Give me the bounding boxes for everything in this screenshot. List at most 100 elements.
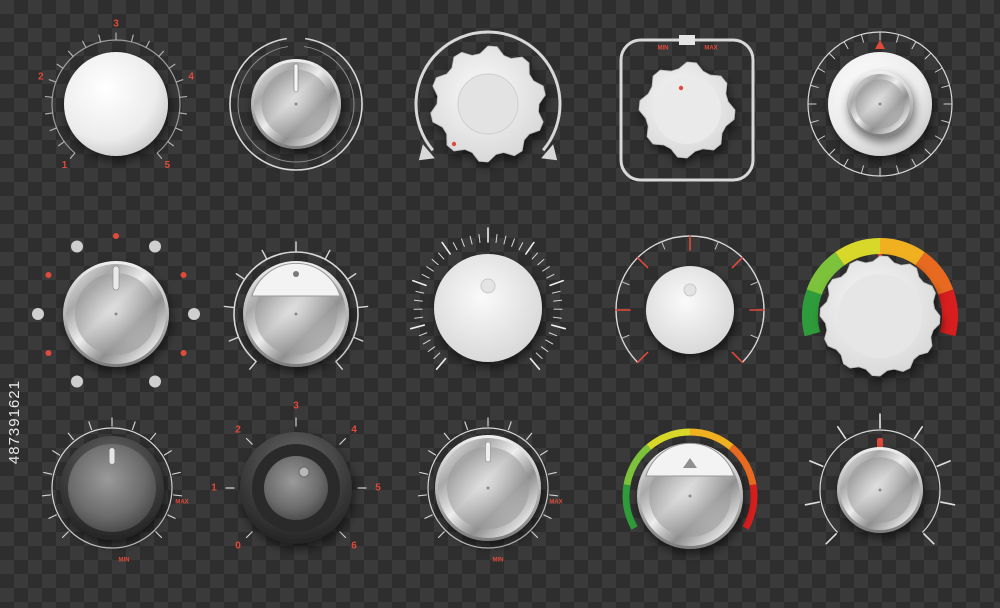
- scale-tick: [167, 141, 175, 147]
- gear-knob-cap: [653, 76, 721, 144]
- scale-tick: [156, 152, 163, 159]
- scale-label: 0: [235, 541, 241, 552]
- scale-tick: [179, 95, 188, 98]
- scale-tick: [913, 426, 924, 440]
- knob-1-3: [414, 30, 562, 163]
- scale-tick: [228, 336, 240, 342]
- scale-tick: [424, 514, 433, 519]
- scale-tick: [531, 531, 539, 539]
- knob-center-dot: [486, 486, 490, 490]
- scale-tick: [48, 514, 57, 519]
- scale-tick: [261, 249, 268, 260]
- scale-label: 4: [351, 425, 357, 436]
- scale-dot: [45, 272, 52, 278]
- indicator-line: [112, 265, 120, 291]
- major-tick: [636, 351, 649, 364]
- scale-label: 6: [351, 541, 357, 552]
- white-knob[interactable]: [64, 52, 168, 156]
- scale-tick: [427, 346, 436, 352]
- scale-label: 3: [113, 19, 119, 30]
- scale-tick: [167, 514, 176, 519]
- scale-dot: [149, 375, 161, 388]
- scale-tick: [543, 514, 552, 519]
- scale-tick: [88, 421, 93, 431]
- scale-tick: [529, 357, 541, 371]
- scale-tick: [923, 533, 935, 545]
- knob-center-dot: [878, 102, 882, 106]
- knob-2-2: [223, 241, 369, 370]
- indicator-dot: [451, 141, 457, 147]
- scale-tick: [809, 84, 819, 88]
- scale-tick: [511, 238, 516, 247]
- indicator-dot: [678, 85, 684, 91]
- scale-tick: [245, 437, 253, 445]
- scale-tick: [539, 450, 548, 456]
- knob-face: [264, 456, 328, 520]
- knob-1-1: 1 2 3 4 5: [38, 19, 194, 171]
- scale-tick: [941, 120, 951, 124]
- scale-tick: [518, 242, 524, 251]
- scale-tick: [175, 79, 184, 83]
- scale-tick: [549, 279, 564, 287]
- arrow-right-icon: [541, 144, 558, 161]
- scale-tick: [526, 432, 533, 441]
- scale-tick: [808, 460, 824, 468]
- scale-tick: [131, 421, 136, 431]
- knob-3-5: [804, 413, 956, 545]
- scale-label: 4: [188, 71, 194, 82]
- scale-tick: [549, 494, 559, 497]
- knob-1-4: MIN MAX: [619, 35, 755, 182]
- scale-tick: [809, 120, 819, 124]
- scale-tick: [249, 360, 257, 370]
- scale-tick: [431, 258, 439, 266]
- scale-tick: [419, 471, 429, 475]
- scale-tick: [414, 316, 424, 319]
- scale-tick: [155, 531, 163, 539]
- knob-1-5: [807, 31, 953, 177]
- scale-tick: [924, 148, 932, 156]
- scale-tick: [714, 241, 719, 250]
- scale-tick: [52, 450, 61, 456]
- gauge-segment: [802, 289, 822, 337]
- pointer-triangle-icon: [875, 40, 885, 49]
- scale-tick: [412, 279, 427, 287]
- scale-tick: [843, 158, 849, 167]
- scale-tick: [531, 252, 539, 260]
- knob-2-1: [32, 233, 200, 388]
- scale-tick: [433, 352, 441, 359]
- scale-tick: [750, 334, 759, 339]
- scale-tick: [339, 437, 347, 445]
- scale-tick: [825, 533, 837, 545]
- scale-tick: [339, 531, 347, 539]
- scale-tick: [553, 299, 563, 302]
- scale-tick: [335, 360, 343, 370]
- scale-tick: [817, 67, 826, 73]
- scale-tick: [428, 450, 437, 456]
- scale-tick: [41, 494, 51, 497]
- scale-tick: [409, 324, 426, 330]
- scale-tick: [460, 238, 465, 247]
- scale-tick: [542, 266, 550, 272]
- scale-tick: [82, 40, 87, 49]
- scale-tick: [61, 531, 69, 539]
- white-knob[interactable]: [434, 254, 542, 362]
- scale-tick: [546, 273, 555, 279]
- max-label: MAX: [175, 500, 188, 506]
- indicator-line: [109, 448, 115, 464]
- scale-tick: [415, 290, 425, 294]
- scale-tick: [163, 450, 172, 456]
- scale-tick: [223, 305, 236, 309]
- scale-tick: [525, 241, 535, 255]
- scale-tick: [552, 316, 562, 319]
- scale-tick: [422, 339, 431, 345]
- scale-tick: [352, 336, 364, 342]
- scale-tick: [98, 34, 102, 43]
- finger-dimple: [298, 466, 310, 478]
- scale-label: 2: [38, 71, 44, 82]
- white-knob[interactable]: [646, 266, 734, 354]
- scale-tick: [324, 249, 331, 260]
- knob-1-2: [229, 37, 363, 171]
- scale-tick: [911, 41, 917, 50]
- max-label: MAX: [549, 500, 562, 506]
- scale-tick: [843, 41, 849, 50]
